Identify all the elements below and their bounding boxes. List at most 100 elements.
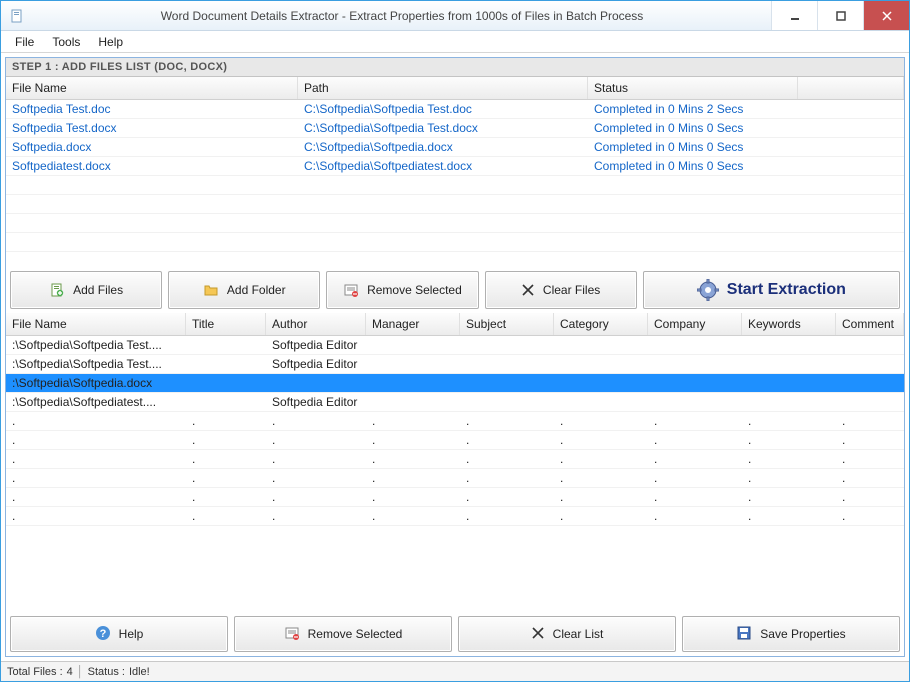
close-button[interactable] bbox=[863, 1, 909, 30]
remove-selected-button-2[interactable]: Remove Selected bbox=[234, 616, 452, 652]
table-cell bbox=[366, 382, 460, 384]
table-row[interactable]: Softpedia.docxC:\Softpedia\Softpedia.doc… bbox=[6, 138, 904, 157]
table-row[interactable]: Softpedia Test.docxC:\Softpedia\Softpedi… bbox=[6, 119, 904, 138]
table-cell bbox=[742, 382, 836, 384]
pcol-keywords[interactable]: Keywords bbox=[742, 313, 836, 335]
table-cell bbox=[554, 344, 648, 346]
table-cell: . bbox=[836, 470, 904, 486]
remove-selected-label: Remove Selected bbox=[367, 283, 462, 297]
table-cell: . bbox=[798, 177, 904, 193]
pcol-title[interactable]: Title bbox=[186, 313, 266, 335]
table-cell: Completed in 0 Mins 2 Secs bbox=[588, 101, 798, 117]
table-cell bbox=[186, 363, 266, 365]
table-row[interactable]: :\Softpedia\Softpedia Test....Softpedia … bbox=[6, 336, 904, 355]
pcol-subject[interactable]: Subject bbox=[460, 313, 554, 335]
table-cell bbox=[742, 401, 836, 403]
menu-tools[interactable]: Tools bbox=[44, 33, 88, 51]
status-value: Idle! bbox=[129, 666, 150, 678]
table-cell: . bbox=[648, 470, 742, 486]
start-extraction-button[interactable]: Start Extraction bbox=[643, 271, 900, 309]
table-cell: Completed in 0 Mins 0 Secs bbox=[588, 139, 798, 155]
total-files-label: Total Files : bbox=[7, 666, 63, 678]
pcol-category[interactable]: Category bbox=[554, 313, 648, 335]
save-icon bbox=[736, 625, 752, 644]
table-cell bbox=[554, 382, 648, 384]
clear-list-label: Clear List bbox=[553, 627, 604, 641]
table-cell bbox=[648, 344, 742, 346]
table-cell: :\Softpedia\Softpedia Test.... bbox=[6, 356, 186, 372]
table-cell bbox=[836, 382, 904, 384]
table-cell: C:\Softpedia\Softpediatest.docx bbox=[298, 158, 588, 174]
table-cell: Softpediatest.docx bbox=[6, 158, 298, 174]
add-folder-label: Add Folder bbox=[227, 283, 286, 297]
table-cell: . bbox=[460, 470, 554, 486]
table-cell: . bbox=[798, 196, 904, 212]
table-cell bbox=[798, 127, 904, 129]
start-extraction-label: Start Extraction bbox=[727, 281, 846, 299]
table-cell: . bbox=[836, 413, 904, 429]
pcol-filename[interactable]: File Name bbox=[6, 313, 186, 335]
table-row[interactable]: :\Softpedia\Softpedia.docx bbox=[6, 374, 904, 393]
table-row[interactable]: Softpedia Test.docC:\Softpedia\Softpedia… bbox=[6, 100, 904, 119]
table-cell bbox=[554, 401, 648, 403]
table-cell: . bbox=[298, 234, 588, 250]
pcol-company[interactable]: Company bbox=[648, 313, 742, 335]
table-cell: Softpedia Editor bbox=[266, 356, 366, 372]
files-grid-header: File Name Path Status bbox=[6, 77, 904, 100]
pcol-manager[interactable]: Manager bbox=[366, 313, 460, 335]
table-cell: . bbox=[554, 508, 648, 524]
table-row[interactable]: Softpediatest.docxC:\Softpedia\Softpedia… bbox=[6, 157, 904, 176]
maximize-button[interactable] bbox=[817, 1, 863, 30]
table-cell: . bbox=[266, 489, 366, 505]
clear-files-button[interactable]: Clear Files bbox=[485, 271, 637, 309]
table-cell: . bbox=[742, 489, 836, 505]
table-cell: . bbox=[588, 234, 798, 250]
pcol-comment[interactable]: Comment bbox=[836, 313, 904, 335]
col-path[interactable]: Path bbox=[298, 77, 588, 99]
clear-icon bbox=[521, 283, 535, 297]
titlebar: Word Document Details Extractor - Extrac… bbox=[1, 1, 909, 31]
table-cell bbox=[366, 363, 460, 365]
col-filename[interactable]: File Name bbox=[6, 77, 298, 99]
help-button[interactable]: ? Help bbox=[10, 616, 228, 652]
clear-list-button[interactable]: Clear List bbox=[458, 616, 676, 652]
remove-selected-button[interactable]: Remove Selected bbox=[326, 271, 478, 309]
table-row[interactable]: :\Softpedia\Softpediatest....Softpedia E… bbox=[6, 393, 904, 412]
add-folder-button[interactable]: Add Folder bbox=[168, 271, 320, 309]
table-cell: . bbox=[366, 489, 460, 505]
total-files-value: 4 bbox=[67, 666, 73, 678]
save-properties-button[interactable]: Save Properties bbox=[682, 616, 900, 652]
table-row: ......... bbox=[6, 507, 904, 526]
save-properties-label: Save Properties bbox=[760, 627, 845, 641]
table-cell: . bbox=[6, 432, 186, 448]
col-status[interactable]: Status bbox=[588, 77, 798, 99]
table-cell: . bbox=[798, 215, 904, 231]
table-cell bbox=[460, 363, 554, 365]
table-cell bbox=[798, 108, 904, 110]
table-cell: . bbox=[554, 451, 648, 467]
table-row[interactable]: :\Softpedia\Softpedia Test.... Softpedia … bbox=[6, 355, 904, 374]
table-cell: . bbox=[366, 470, 460, 486]
table-row: .... bbox=[6, 195, 904, 214]
table-cell: . bbox=[298, 196, 588, 212]
pcol-author[interactable]: Author bbox=[266, 313, 366, 335]
help-icon: ? bbox=[95, 625, 111, 644]
table-cell: . bbox=[588, 215, 798, 231]
table-cell: . bbox=[836, 432, 904, 448]
table-cell bbox=[648, 401, 742, 403]
table-cell: . bbox=[186, 508, 266, 524]
menu-help[interactable]: Help bbox=[90, 33, 131, 51]
table-cell: . bbox=[588, 177, 798, 193]
table-cell: . bbox=[554, 432, 648, 448]
menu-file[interactable]: File bbox=[7, 33, 42, 51]
table-cell: . bbox=[186, 432, 266, 448]
table-cell: . bbox=[6, 177, 298, 193]
content-panel: STEP 1 : ADD FILES LIST (DOC, DOCX) File… bbox=[5, 57, 905, 657]
table-cell bbox=[460, 401, 554, 403]
table-cell: . bbox=[742, 470, 836, 486]
minimize-button[interactable] bbox=[771, 1, 817, 30]
remove-icon bbox=[343, 282, 359, 298]
add-files-button[interactable]: Add Files bbox=[10, 271, 162, 309]
table-cell: . bbox=[366, 451, 460, 467]
table-cell: . bbox=[298, 215, 588, 231]
